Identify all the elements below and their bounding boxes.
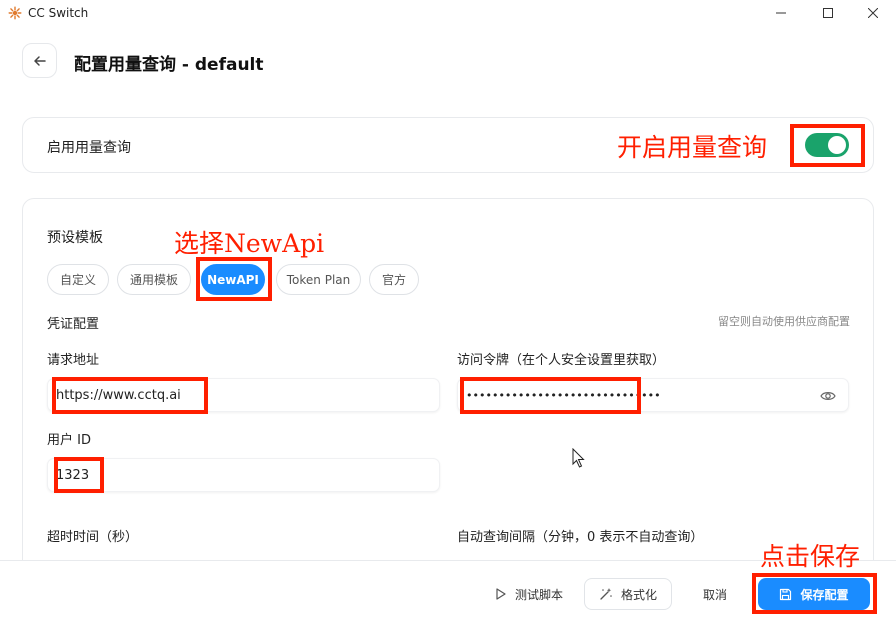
format-label: 格式化: [620, 587, 657, 602]
mouse-cursor-icon: [572, 448, 585, 468]
annotation-box-token: [460, 377, 641, 414]
user-id-input[interactable]: 1323: [47, 458, 440, 492]
magic-wand-icon: [600, 588, 612, 600]
back-button[interactable]: [22, 43, 57, 78]
chip-token-plan[interactable]: Token Plan: [276, 264, 361, 295]
annotation-save-note: 点击保存: [760, 542, 861, 571]
cancel-label: 取消: [702, 587, 727, 602]
test-script-label: 测试脚本: [514, 587, 563, 602]
annotation-select-note: 选择NewApi: [174, 229, 325, 258]
chip-official[interactable]: 官方: [369, 264, 419, 295]
request-url-label: 请求地址: [47, 353, 100, 368]
annotation-box-toggle: [790, 124, 865, 167]
access-token-label: 访问令牌（在个人安全设置里获取）: [457, 353, 666, 368]
close-button[interactable]: [850, 0, 896, 26]
arrow-left-icon: [33, 55, 46, 66]
maximize-button[interactable]: [805, 0, 851, 26]
format-button[interactable]: 格式化: [584, 578, 672, 610]
preset-templates-title: 预设模板: [47, 230, 103, 246]
chip-general-template[interactable]: 通用模板: [117, 264, 191, 295]
minimize-button[interactable]: [758, 0, 804, 26]
credentials-hint: 留空则自动使用供应商配置: [718, 315, 850, 328]
user-id-label: 用户 ID: [47, 433, 91, 448]
annotation-box-user-id: [54, 457, 104, 493]
chip-custom[interactable]: 自定义: [47, 264, 109, 295]
title-bar: CC Switch: [0, 0, 896, 26]
annotation-box-save: [752, 573, 877, 614]
minimize-icon: [776, 12, 786, 14]
app-logo-icon: [8, 6, 22, 20]
close-icon: [868, 8, 878, 18]
cancel-button[interactable]: 取消: [688, 578, 742, 610]
maximize-icon: [823, 8, 833, 18]
eye-icon[interactable]: [820, 389, 836, 403]
annotation-toggle-note: 开启用量查询: [617, 133, 768, 162]
annotation-box-url: [52, 377, 208, 414]
page-title: 配置用量查询 - default: [74, 55, 264, 75]
credentials-title: 凭证配置: [47, 317, 100, 332]
usage-query-toggle-label: 启用用量查询: [47, 140, 131, 156]
auto-interval-label: 自动查询间隔（分钟，0 表示不自动查询）: [457, 530, 704, 545]
test-script-button[interactable]: 测试脚本: [486, 578, 572, 610]
play-icon: [496, 588, 506, 600]
annotation-box-newapi: [196, 257, 272, 301]
timeout-label: 超时时间（秒）: [47, 530, 139, 545]
window-title: CC Switch: [28, 6, 89, 20]
